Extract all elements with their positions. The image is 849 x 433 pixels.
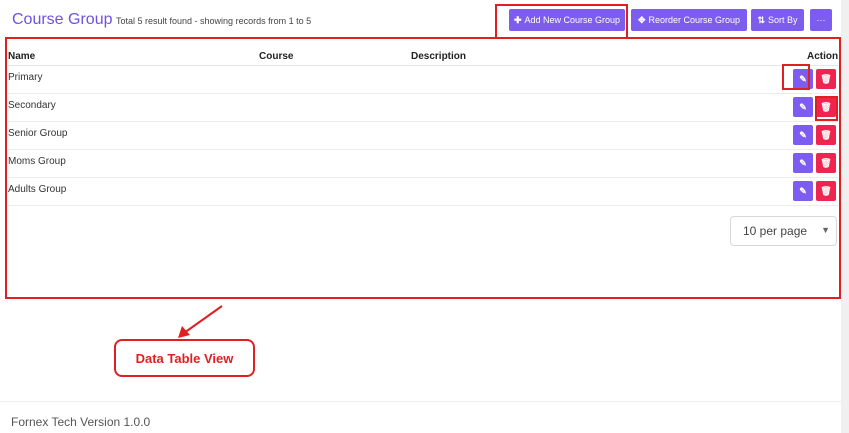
sort-icon: ⇅ <box>757 14 766 25</box>
page: Course Group Total 5 result found - show… <box>0 0 849 433</box>
reorder-course-group-button[interactable]: ✥ Reorder Course Group <box>631 9 747 31</box>
annotation-arrow <box>178 305 223 338</box>
add-button-highlight-box <box>495 4 628 39</box>
vertical-scrollbar[interactable] <box>841 0 849 433</box>
delete-button-highlight-box <box>815 96 838 121</box>
sort-by-label: Sort By <box>768 15 798 25</box>
more-options-button[interactable]: ··· <box>810 9 832 31</box>
data-table-highlight-box <box>5 37 841 299</box>
footer-divider <box>0 401 841 402</box>
page-title: Course Group <box>12 11 113 28</box>
reorder-course-group-label: Reorder Course Group <box>648 15 741 25</box>
data-table-view-callout: Data Table View <box>114 339 255 377</box>
edit-button-highlight-box <box>782 64 810 90</box>
footer-version-text: Fornex Tech Version 1.0.0 <box>11 415 151 429</box>
more-icon: ··· <box>816 15 826 25</box>
sort-by-button[interactable]: ⇅ Sort By <box>751 9 804 31</box>
move-icon: ✥ <box>637 14 646 25</box>
result-count-text: Total 5 result found - showing records f… <box>116 16 312 26</box>
